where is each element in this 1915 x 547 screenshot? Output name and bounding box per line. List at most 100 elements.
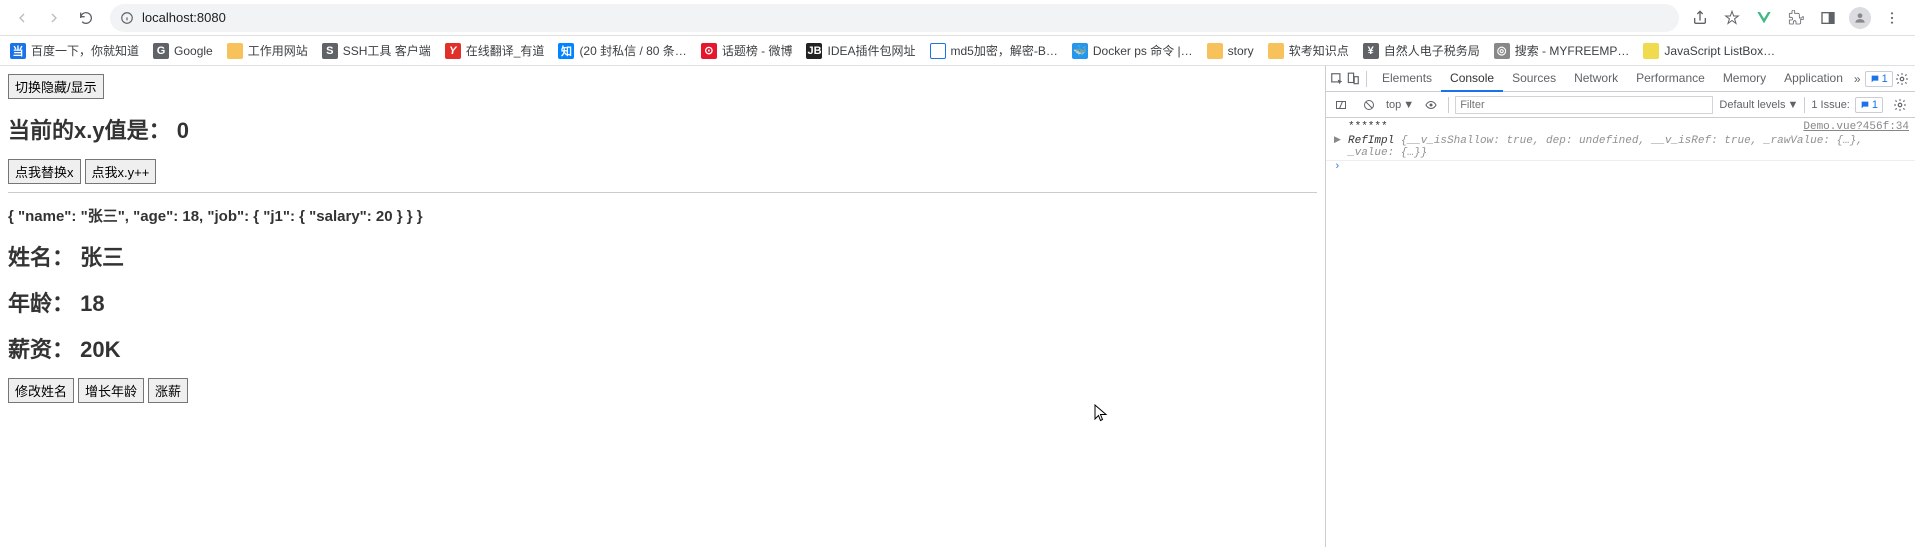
clear-console-icon[interactable] [1358,99,1380,111]
back-button[interactable] [8,4,36,32]
console-filter-input[interactable] [1455,96,1713,114]
favicon-icon: ¥ [1363,43,1379,59]
name-value: 张三 [80,245,124,270]
salary-heading: 薪资： 20K [8,332,1317,364]
favicon-icon: 知 [558,43,574,59]
log-stars: ****** [1348,121,1388,133]
toggle-button[interactable]: 切换隐藏/显示 [8,74,104,99]
expand-arrow-icon[interactable]: ▶ [1334,135,1341,145]
issue-label: 1 Issue: [1811,99,1850,111]
reload-button[interactable] [72,4,100,32]
bookmark-item[interactable]: 当百度一下，你就知道 [10,42,139,59]
sidebar-toggle-icon[interactable] [1330,99,1352,111]
devtools-tab-performance[interactable]: Performance [1627,66,1714,92]
bookmark-label: 在线翻译_有道 [466,42,545,59]
bookmarks-bar: 当百度一下，你就知道 GGoogle 工作用网站 SSSH工具 客户端 Y 在线翻译_有道… [0,36,1915,66]
inc-age-button[interactable]: 增长年龄 [78,378,144,403]
bookmark-item[interactable]: 🐳Docker ps 命令 |… [1072,42,1193,59]
devtools-tab-application[interactable]: Application [1775,66,1852,92]
bookmark-label: 百度一下，你就知道 [31,42,139,59]
favicon-icon: ◎ [1494,43,1510,59]
bookmark-item[interactable]: ¥ 自然人电子税务局 [1363,42,1480,59]
console-toolbar: top ▼ Default levels ▼ 1 Issue: 1 [1326,92,1915,118]
issues-button[interactable]: 1 Issue: 1 [1811,97,1883,113]
devtools-tab-sources[interactable]: Sources [1503,66,1565,92]
vue-extension-icon[interactable] [1753,7,1775,29]
bookmark-item[interactable]: GGoogle [153,43,213,59]
bookmark-item[interactable]: JB IDEA插件包网址 [806,42,915,59]
console-settings-icon[interactable] [1889,98,1911,112]
raise-salary-button[interactable]: 涨薪 [148,378,188,403]
bookmark-label: 搜索 - MYFREEMP… [1515,42,1630,59]
inspect-icon[interactable] [1330,72,1344,86]
bookmark-label: IDEA插件包网址 [827,42,915,59]
bookmark-item[interactable]: 软考知识点 [1268,42,1349,59]
profile-avatar[interactable] [1849,7,1871,29]
age-label: 年龄： [8,291,74,316]
bookmark-item[interactable]: 知(20 封私信 / 80 条… [558,42,686,59]
name-label: 姓名： [8,245,74,270]
bookmark-item[interactable]: story [1207,43,1254,59]
favicon-icon: B [930,43,946,59]
url-text: localhost:8080 [142,10,226,25]
bookmark-star-icon[interactable] [1721,7,1743,29]
console-prompt[interactable]: › [1326,161,1915,173]
salary-label: 薪资： [8,337,74,362]
panel-icon[interactable] [1817,7,1839,29]
issue-count: 1 [1872,99,1878,111]
bookmark-label: 工作用网站 [248,42,308,59]
favicon-icon: JB [806,43,822,59]
bookmark-label: md5加密，解密-B… [951,42,1058,59]
devtools-tab-console[interactable]: Console [1441,66,1503,92]
live-expr-icon[interactable] [1420,99,1442,111]
info-icon [120,11,134,25]
log-levels-select[interactable]: Default levels ▼ [1719,99,1798,111]
devtools-menu-icon[interactable] [1911,72,1915,86]
console-log-line: ▶ RefImpl {__v_isShallow: true, dep: und… [1326,134,1915,161]
bookmark-label: Docker ps 命令 |… [1093,42,1193,59]
json-display: { "name": "张三", "age": 18, "job": { "j1"… [8,205,1317,226]
salary-value: 20K [80,337,120,362]
extensions-icon[interactable] [1785,7,1807,29]
messages-badge[interactable]: 1 [1865,71,1893,87]
inc-xy-button[interactable]: 点我x.y++ [85,159,157,184]
favicon-icon: 当 [10,43,26,59]
forward-button[interactable] [40,4,68,32]
favicon-icon: G [153,43,169,59]
current-xy-label: 当前的x.y值是： [8,118,171,143]
page-content: 切换隐藏/显示 当前的x.y值是： 0 点我替换x 点我x.y++ { "nam… [0,66,1325,547]
bookmark-item[interactable]: SSSH工具 客户端 [322,42,431,59]
browser-toolbar: localhost:8080 [0,0,1915,36]
favicon-icon: ⊙ [701,43,717,59]
toolbar-divider [1448,97,1449,113]
console-body[interactable]: ****** Demo.vue?456f:34 ▶ RefImpl {__v_i… [1326,118,1915,547]
arrow-left-icon [14,10,30,26]
devtools-tab-memory[interactable]: Memory [1714,66,1775,92]
bookmark-item[interactable]: ⊙话题榜 - 微博 [701,42,793,59]
bookmark-item[interactable]: ◎ 搜索 - MYFREEMP… [1494,42,1630,59]
bookmark-item[interactable]: Bmd5加密，解密-B… [930,42,1058,59]
toolbar-divider-2 [1804,97,1805,113]
bookmark-item[interactable]: JavaScript ListBox… [1643,43,1775,59]
modify-name-button[interactable]: 修改姓名 [8,378,74,403]
menu-icon[interactable] [1881,7,1903,29]
devtools-tab-elements[interactable]: Elements [1373,66,1441,92]
context-select[interactable]: top ▼ [1386,99,1414,111]
bookmark-item[interactable]: 工作用网站 [227,42,308,59]
share-icon[interactable] [1689,7,1711,29]
log-source-link[interactable]: Demo.vue?456f:34 [1803,121,1909,133]
favicon-icon [1268,43,1284,59]
device-toggle-icon[interactable] [1346,72,1360,86]
main-layout: 切换隐藏/显示 当前的x.y值是： 0 点我替换x 点我x.y++ { "nam… [0,66,1915,547]
favicon-icon: Y [445,43,461,59]
devtools-tabs: ElementsConsoleSourcesNetworkPerformance… [1326,66,1915,92]
more-tabs-icon[interactable]: » [1854,72,1861,86]
settings-icon[interactable] [1895,72,1909,86]
bookmark-label: 自然人电子税务局 [1384,42,1480,59]
replace-x-button[interactable]: 点我替换x [8,159,81,184]
devtools-tab-network[interactable]: Network [1565,66,1627,92]
bookmark-item[interactable]: Y 在线翻译_有道 [445,42,545,59]
age-value: 18 [80,291,104,316]
levels-label: Default levels [1719,99,1785,111]
url-bar[interactable]: localhost:8080 [110,4,1679,32]
